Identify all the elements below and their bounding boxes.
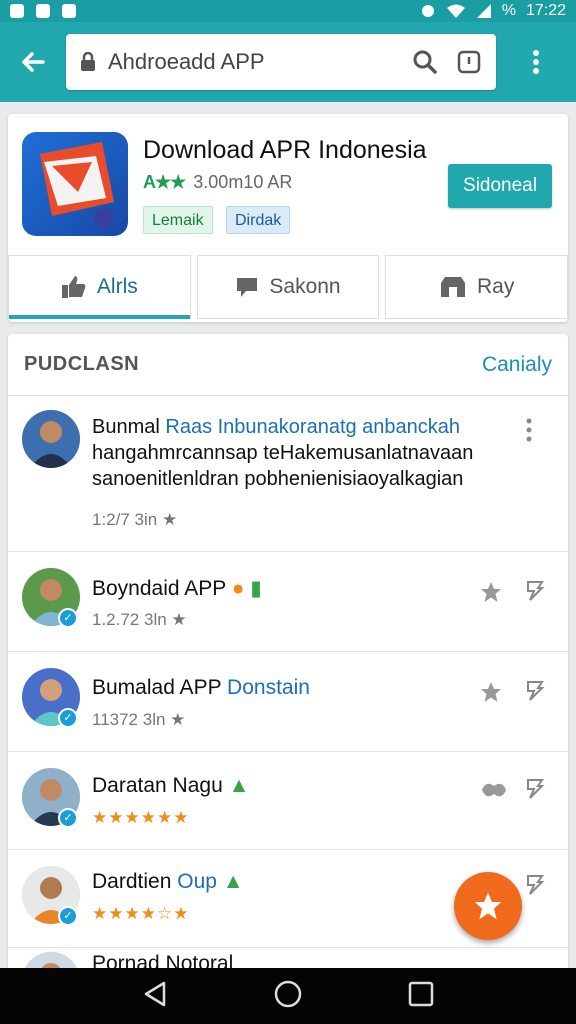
share-icon	[527, 779, 545, 799]
verified-badge-icon: ✓	[58, 808, 78, 828]
star-icon	[474, 892, 502, 920]
review-highlight: Raas Inbunakoranatg anbanckah	[165, 416, 461, 438]
notification-icon	[62, 4, 76, 18]
item-title: Dardtien Oup ▲	[92, 870, 244, 893]
app-card: Download APR Indonesia A★★ 3.00m10 AR Le…	[8, 114, 569, 322]
triangle-back-icon	[145, 981, 166, 1006]
share-button[interactable]	[524, 580, 546, 602]
tab-ray[interactable]: Ray	[385, 255, 569, 319]
favorite-button[interactable]	[478, 778, 508, 802]
toolbar: Ahdroeadd APP	[0, 22, 576, 102]
circle-home-icon	[274, 980, 302, 1007]
app-rating: A★★ 3.00m10 AR	[143, 172, 292, 193]
tab-label: Alrls	[96, 275, 138, 298]
arrow-left-icon	[22, 52, 45, 72]
rating-stars: ★★★★★★	[92, 808, 190, 827]
tab-bar: Alrls Sakonn Ray	[8, 255, 569, 319]
badge-icon: ▲	[222, 870, 244, 893]
alarm-icon	[421, 5, 434, 17]
star-icon	[481, 582, 501, 602]
favorite-button[interactable]	[478, 580, 504, 604]
item-title: Bumalad APP Donstain	[92, 676, 310, 699]
item-meta: 1.2.72 3ln ★	[92, 610, 187, 629]
list-item[interactable]: ✓ Bumalad APP Donstain 11372 3ln ★	[8, 652, 568, 752]
app-logo-icon	[40, 142, 114, 228]
system-nav-bar	[0, 968, 576, 1024]
url-bar[interactable]: Ahdroeadd APP	[66, 34, 496, 90]
nav-recents-button[interactable]	[408, 981, 434, 1012]
favorite-fab-button[interactable]	[454, 872, 522, 940]
tab-switcher-icon	[457, 50, 481, 74]
overflow-menu-button[interactable]	[496, 22, 576, 102]
list-header: PUDCLASN Canialy	[8, 334, 568, 396]
clock: 17:22	[525, 2, 566, 19]
app-title: Download APR Indonesia	[143, 136, 427, 164]
item-meta: 11372 3ln ★	[92, 710, 186, 729]
see-all-link[interactable]: Canialy	[482, 353, 552, 377]
avatar	[22, 410, 80, 468]
category-chip[interactable]: Lemaik	[143, 206, 213, 234]
review-text: Bunmal Raas Inbunakoranatg anbanckah han…	[92, 414, 512, 492]
star-icon	[482, 783, 506, 797]
comment-icon	[237, 278, 258, 297]
battery-text: %	[501, 2, 516, 19]
notification-icon	[36, 4, 50, 18]
review-body: hangahmrcannsap teHakemusanlatnavaan san…	[92, 442, 474, 490]
share-icon	[527, 875, 545, 895]
app-icon[interactable]	[22, 132, 128, 236]
star-icon	[481, 682, 501, 702]
share-icon	[527, 581, 545, 601]
emoji-icon: ●	[231, 577, 245, 600]
tabs-button[interactable]	[456, 49, 482, 75]
list-item[interactable]: Bunmal Raas Inbunakoranatg anbanckah han…	[8, 396, 568, 552]
badge-icon: ▲	[228, 774, 250, 797]
install-button[interactable]: Sidoneal	[448, 164, 552, 208]
lock-icon	[81, 52, 95, 71]
list-item[interactable]: ✓ Daratan Nagu ▲ ★★★★★★	[8, 752, 568, 850]
nav-back-button[interactable]	[142, 980, 168, 1013]
tab-sakonn[interactable]: Sakonn	[196, 255, 380, 319]
badge-icon: ▮	[250, 577, 262, 600]
more-vert-icon	[526, 418, 532, 442]
status-bar: % 17:22	[0, 0, 576, 22]
verified-badge-icon: ✓	[58, 708, 78, 728]
item-title: Boyndaid APP ● ▮	[92, 577, 262, 600]
reviewer-name: Bunmal	[92, 416, 160, 438]
signal-icon	[476, 4, 491, 18]
category-chip[interactable]: Dirdak	[226, 206, 291, 234]
share-button[interactable]	[524, 778, 546, 800]
wifi-icon	[446, 4, 465, 18]
list-title: PUDCLASN	[24, 353, 140, 375]
list-item[interactable]: ✓ Boyndaid APP ● ▮ 1.2.72 3ln ★	[8, 552, 568, 652]
review-meta: 1:2/7 3in ★	[92, 510, 178, 529]
favorite-button[interactable]	[478, 680, 504, 704]
back-button[interactable]	[0, 22, 66, 102]
rating-stars: ★★★★☆★	[92, 904, 190, 923]
more-vert-icon	[533, 50, 539, 74]
store-icon	[441, 277, 465, 297]
share-button[interactable]	[524, 874, 546, 896]
item-title: Daratan Nagu ▲	[92, 774, 250, 797]
thumbs-up-icon	[61, 276, 86, 298]
verified-badge-icon: ✓	[58, 906, 78, 926]
share-button[interactable]	[524, 680, 546, 702]
notification-icon	[10, 4, 24, 18]
url-text: Ahdroeadd APP	[108, 49, 265, 74]
verified-badge-icon: ✓	[58, 608, 78, 628]
rating-stars: A★★	[143, 172, 186, 192]
square-recents-icon	[408, 981, 433, 1006]
nav-home-button[interactable]	[273, 979, 303, 1014]
tab-alrls[interactable]: Alrls	[8, 255, 191, 319]
download-count: 3.00m10 AR	[193, 172, 293, 192]
tab-label: Sakonn	[269, 275, 341, 298]
tab-label: Ray	[477, 275, 515, 298]
item-menu-button[interactable]	[526, 418, 532, 442]
search-button[interactable]	[412, 49, 438, 75]
share-icon	[527, 681, 545, 701]
search-icon	[413, 50, 437, 74]
